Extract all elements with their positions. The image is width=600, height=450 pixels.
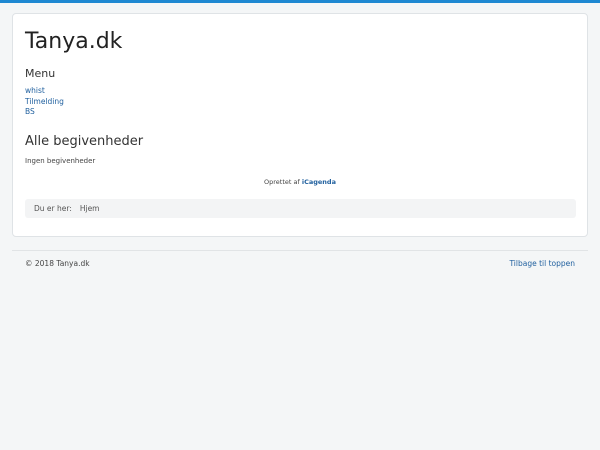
top-accent-bar: [0, 0, 600, 3]
menu-link-whist[interactable]: whist: [25, 86, 45, 95]
menu-list: whist Tilmelding BS: [25, 86, 64, 118]
back-to-top-link[interactable]: Tilbage til toppen: [509, 259, 575, 268]
icagenda-link[interactable]: iCagenda: [302, 178, 336, 186]
menu-item: whist: [25, 86, 64, 97]
site-title[interactable]: Tanya.dk: [25, 29, 122, 55]
events-heading: Alle begivenheder: [25, 134, 144, 149]
breadcrumb-home: Hjem: [79, 204, 100, 213]
footer-divider: [12, 250, 588, 251]
credit-line: Oprettet af iCagenda: [13, 178, 587, 186]
footer-copyright: © 2018 Tanya.dk: [25, 259, 90, 268]
no-events-text: Ingen begivenheder: [25, 157, 96, 165]
menu-item: Tilmelding: [25, 97, 64, 108]
menu-link-bs[interactable]: BS: [25, 107, 35, 116]
breadcrumb-label: Du er her:: [34, 204, 72, 213]
menu-link-tilmelding[interactable]: Tilmelding: [25, 97, 64, 106]
menu-item: BS: [25, 107, 64, 118]
credit-prefix: Oprettet af: [264, 178, 300, 186]
menu-heading: Menu: [25, 67, 56, 80]
breadcrumb: Du er her: Hjem: [25, 199, 576, 218]
main-content-card: Tanya.dk Menu whist Tilmelding BS Alle b…: [12, 13, 588, 237]
